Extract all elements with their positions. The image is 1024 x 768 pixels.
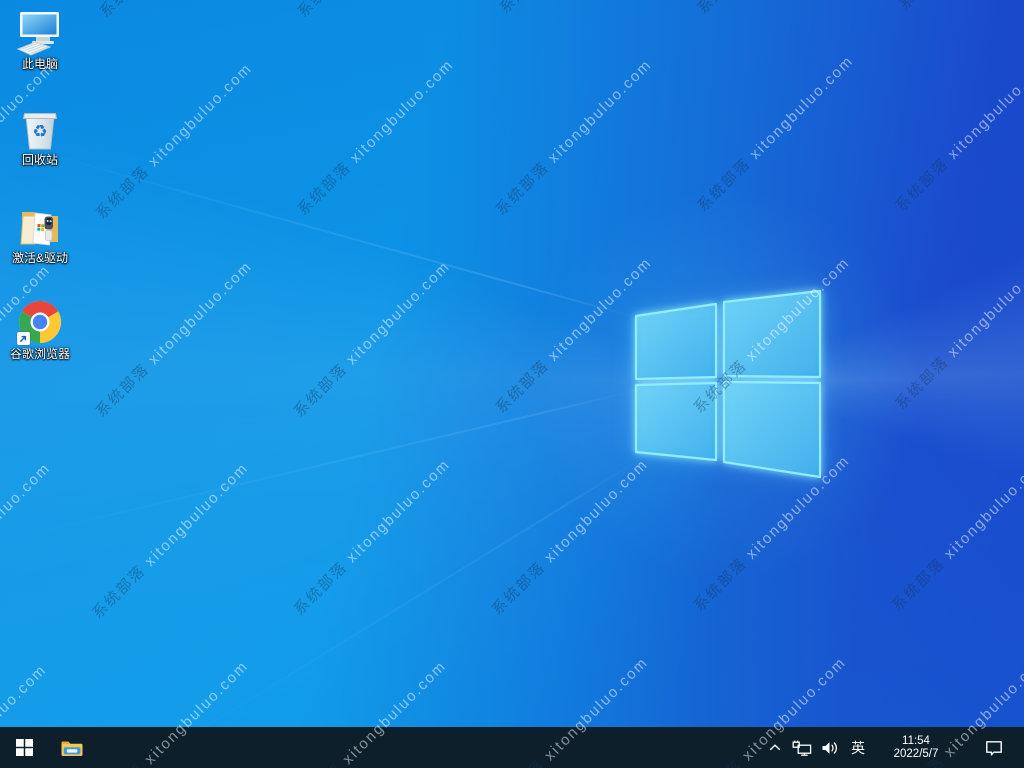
speaker-volume-icon <box>822 741 837 754</box>
desktop-icon-label: 谷歌浏览器 <box>9 347 70 361</box>
activation-folder-icon <box>16 202 64 250</box>
desktop-icon-google-chrome[interactable]: 谷歌浏览器 <box>2 298 78 361</box>
file-explorer-button[interactable] <box>48 727 96 768</box>
ime-language-indicator[interactable]: 英 <box>844 727 872 768</box>
desktop-icon-this-pc[interactable]: 此电脑 <box>2 8 78 71</box>
clock-time: 11:54 <box>902 734 930 747</box>
recycle-bin-icon: ♻ <box>16 104 64 152</box>
ethernet-network-icon <box>792 740 812 756</box>
taskbar: 英 11:54 2022/5/7 <box>0 727 1024 768</box>
desktop-icon-label: 此电脑 <box>21 57 58 71</box>
action-center-icon <box>986 740 1002 755</box>
system-tray: 英 11:54 2022/5/7 <box>762 727 1024 768</box>
windows-hero-logo <box>634 289 822 479</box>
desktop-icon-label: 回收站 <box>21 153 58 167</box>
show-hidden-icons-button[interactable] <box>762 727 788 768</box>
this-pc-icon <box>16 8 64 56</box>
desktop-icon-activation-drivers[interactable]: 激活&驱动 <box>2 202 78 265</box>
desktop-screen: 此电脑 ♻ 回收站 激活&驱动 谷歌浏览器 系统部落xitongbuluo.co… <box>0 0 1024 768</box>
desktop-icon-recycle-bin[interactable]: ♻ 回收站 <box>2 104 78 167</box>
chrome-icon <box>16 298 64 346</box>
clock-date: 2022/5/7 <box>893 747 939 760</box>
wallpaper <box>0 0 1024 768</box>
action-center-button[interactable] <box>974 727 1014 768</box>
taskbar-clock[interactable]: 11:54 2022/5/7 <box>880 735 952 761</box>
volume-tray-button[interactable] <box>816 727 844 768</box>
shortcut-arrow-icon <box>17 332 30 345</box>
file-explorer-icon <box>61 741 83 756</box>
start-button[interactable] <box>0 727 48 768</box>
network-tray-button[interactable] <box>788 727 816 768</box>
show-desktop-strip[interactable] <box>1014 727 1024 768</box>
chevron-up-icon <box>769 744 781 751</box>
desktop-icon-label: 激活&驱动 <box>11 251 68 265</box>
svg-text:♻: ♻ <box>32 122 47 141</box>
wallpaper-light-rays <box>0 0 1024 768</box>
windows-start-icon <box>15 739 33 756</box>
